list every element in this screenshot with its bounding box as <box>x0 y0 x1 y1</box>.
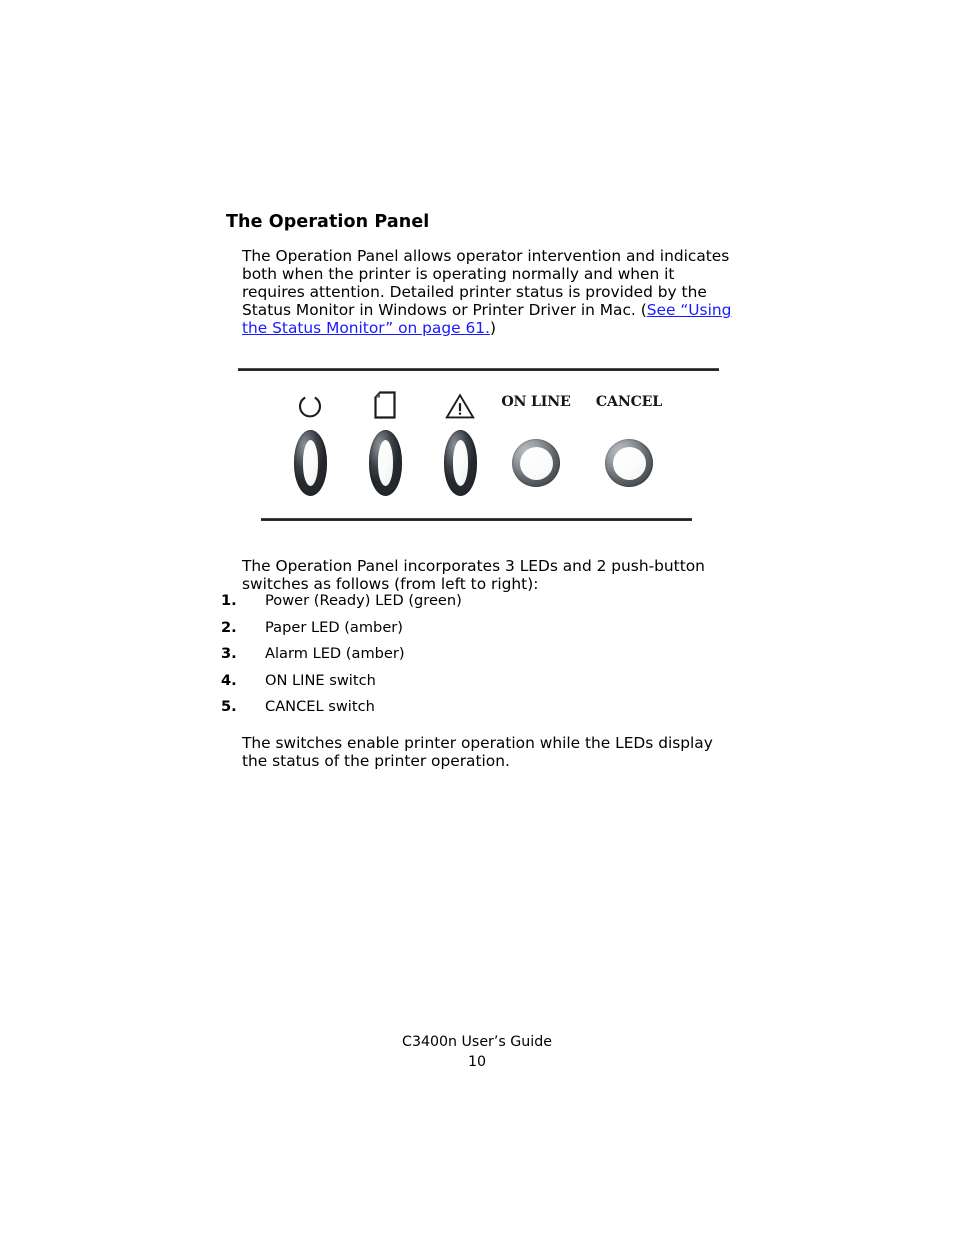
list-item-label: CANCEL switch <box>265 698 375 716</box>
footer-page-number: 10 <box>467 1054 487 1070</box>
list-item-label: Paper LED (amber) <box>265 618 403 636</box>
list-item-label: Power (Ready) LED (green) <box>265 592 462 609</box>
led-lamp <box>443 430 477 496</box>
online-push-button[interactable] <box>512 439 560 487</box>
led-lamp <box>293 430 327 496</box>
operation-panel-figure: ON LINE CANCEL <box>238 365 720 525</box>
intro-text-after-link: ) <box>489 319 496 338</box>
list-item-number: 5. <box>221 698 237 716</box>
online-switch-label: ON LINE <box>501 394 571 410</box>
closing-paragraph: The switches enable printer operation wh… <box>242 734 713 771</box>
cancel-switch-button-wrap[interactable] <box>581 419 677 501</box>
list-item: 2. Paper LED (amber) <box>221 615 721 642</box>
panel-bottom-rule <box>261 518 692 521</box>
intro-paragraph: The Operation Panel allows operator inte… <box>242 247 734 338</box>
list-item: 3. Alarm LED (amber) <box>221 641 721 668</box>
cancel-switch-label: CANCEL <box>595 394 663 410</box>
page-footer: C3400n User’s Guide 10 <box>0 1032 954 1072</box>
panel-top-rule <box>238 368 719 371</box>
panel-items-row: ON LINE CANCEL <box>238 385 719 510</box>
cancel-push-button[interactable] <box>605 439 653 487</box>
footer-document-title: C3400n User’s Guide <box>402 1034 552 1050</box>
list-item: 1. Power (Ready) LED (green) <box>221 588 721 615</box>
document-page: The Operation Panel The Operation Panel … <box>0 0 954 1235</box>
page-title: The Operation Panel <box>226 211 430 232</box>
panel-component-list: 1. Power (Ready) LED (green) 2. Paper LE… <box>221 588 721 721</box>
list-item-number: 2. <box>221 618 237 636</box>
list-item: 4. ON LINE switch <box>221 668 721 695</box>
list-item-label: Alarm LED (amber) <box>265 645 405 663</box>
list-item-label: ON LINE switch <box>265 671 376 689</box>
list-item-number: 4. <box>221 671 237 689</box>
led-lamp <box>368 430 402 496</box>
list-item-number: 1. <box>221 592 237 609</box>
panel-item-cancel-switch: CANCEL <box>581 385 677 510</box>
online-switch-button-wrap[interactable] <box>488 419 584 501</box>
list-item: 5. CANCEL switch <box>221 694 721 721</box>
panel-item-online-switch: ON LINE <box>488 385 584 510</box>
list-item-number: 3. <box>221 645 237 663</box>
